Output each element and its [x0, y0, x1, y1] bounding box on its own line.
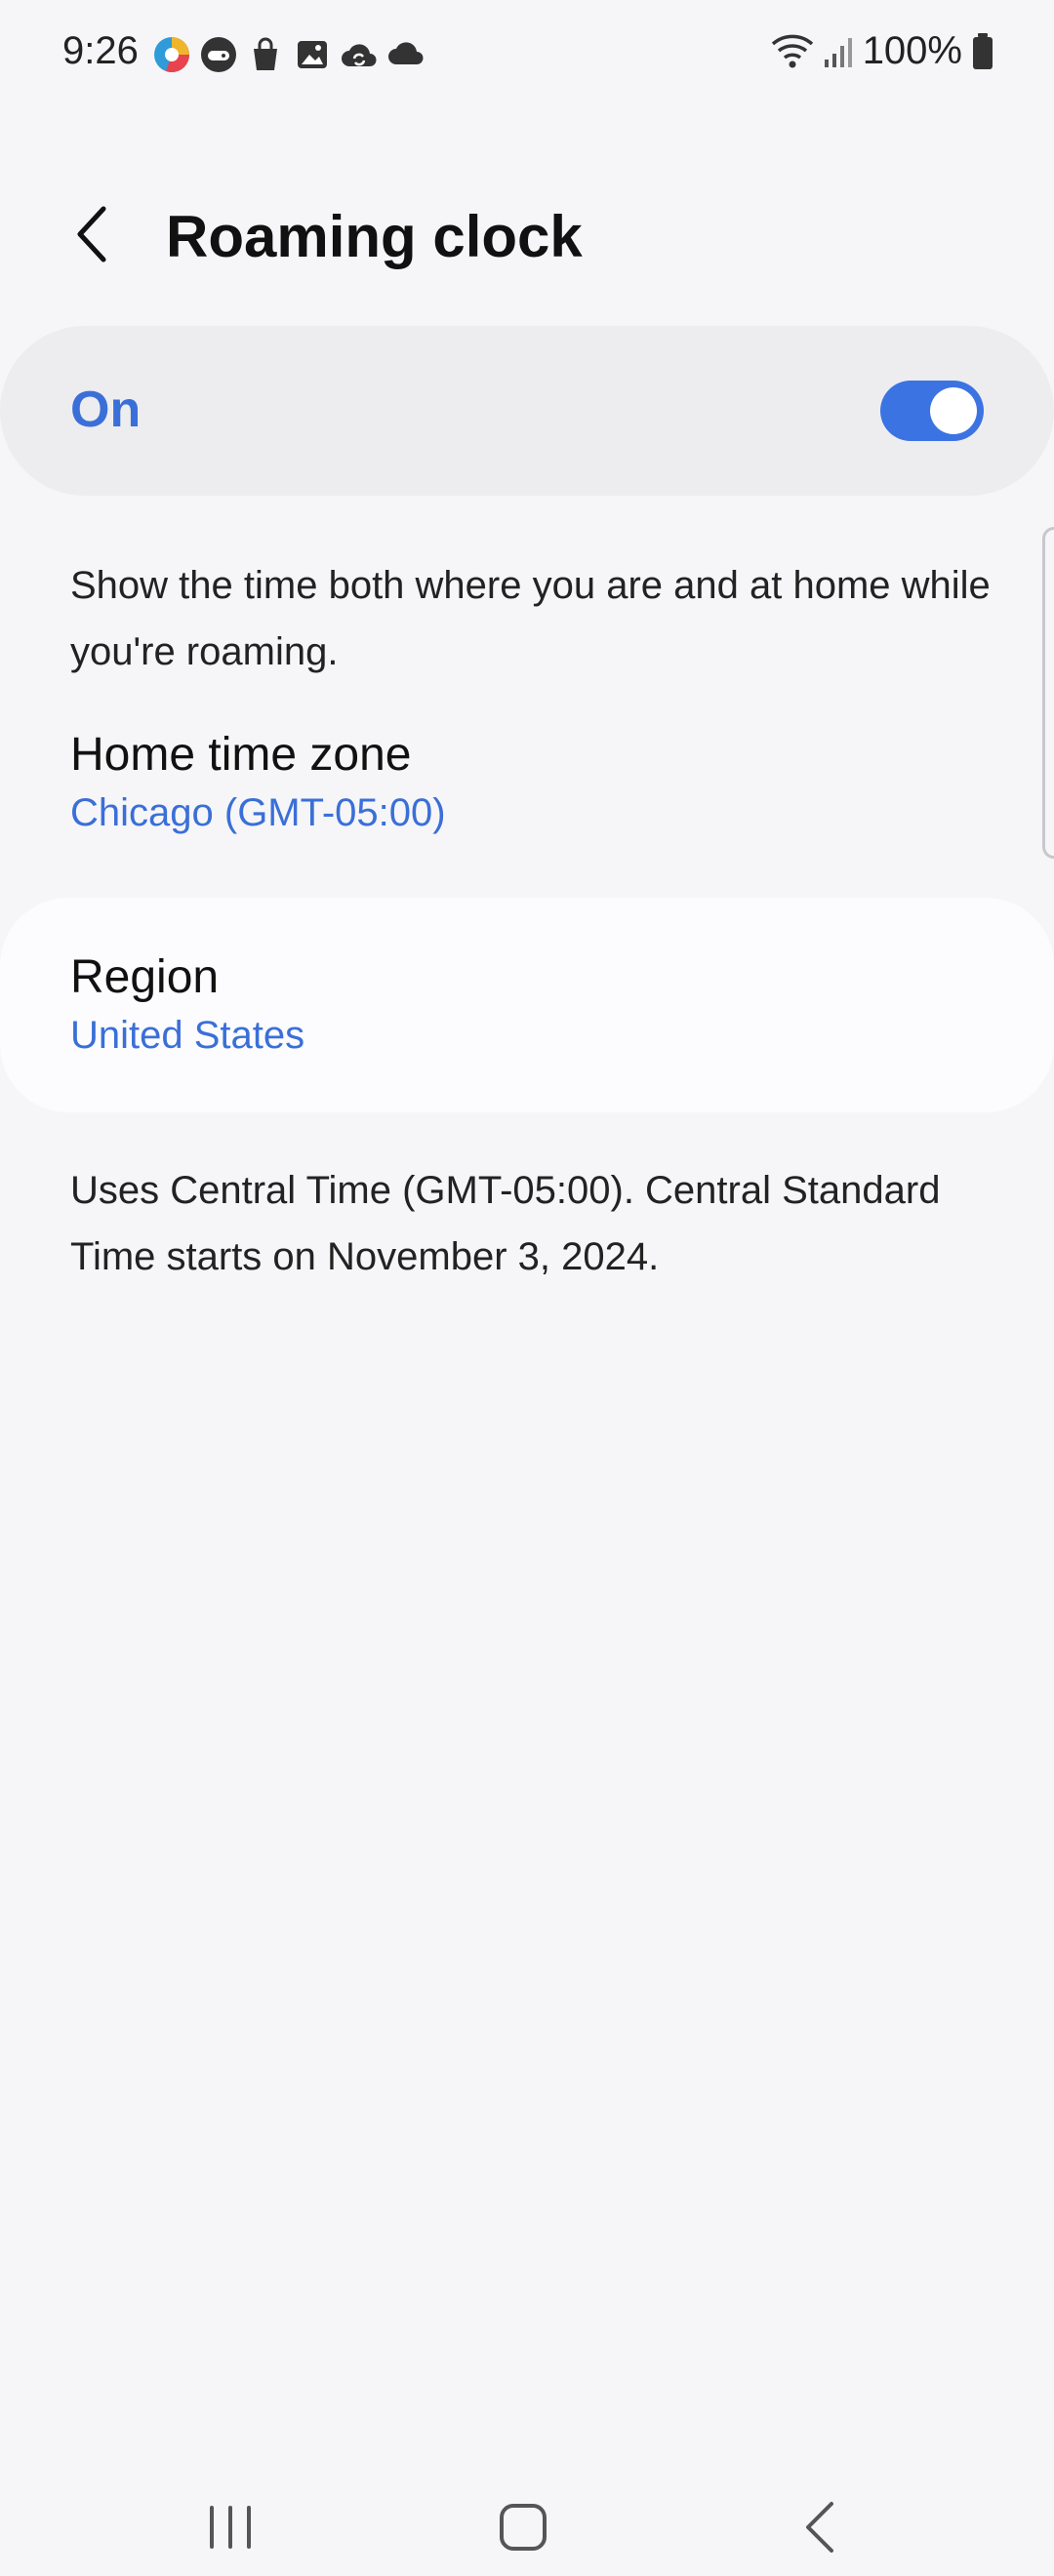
home-button[interactable] [484, 2488, 562, 2566]
region-value: United States [70, 1014, 305, 1057]
chevron-left-icon [77, 206, 106, 262]
region-setting[interactable]: Region United States [70, 950, 1007, 1058]
shopping-bag-icon [246, 35, 285, 79]
cloud-icon [386, 35, 426, 79]
signal-icon [824, 34, 853, 69]
status-time: 9:26 [62, 29, 139, 72]
notification-icons [152, 35, 426, 79]
home-time-zone-setting[interactable]: Home time zone Chicago (GMT-05:00) [70, 728, 1007, 835]
master-switch-label: On [70, 382, 142, 438]
back-button[interactable] [59, 201, 125, 267]
status-right: 100% [771, 29, 993, 73]
toggle-knob [930, 387, 977, 434]
navigation-bar [0, 2459, 1054, 2576]
recents-button[interactable] [191, 2488, 269, 2566]
app-header: Roaming clock [0, 185, 1054, 283]
master-switch-bar[interactable]: On [0, 326, 1054, 496]
home-time-zone-title: Home time zone [70, 729, 412, 781]
scroll-indicator[interactable] [1042, 527, 1054, 859]
wifi-icon [771, 32, 814, 71]
back-arrow-icon [806, 2502, 833, 2553]
time-zone-footnote: Uses Central Time (GMT-05:00). Central S… [70, 1169, 941, 1278]
gallery-icon [293, 35, 332, 79]
battery-icon [972, 32, 993, 70]
home-time-zone-value: Chicago (GMT-05:00) [70, 791, 446, 834]
battery-percentage: 100% [862, 29, 962, 72]
region-card: Region United States [0, 898, 1054, 1112]
game-controller-icon [199, 35, 238, 79]
chrome-like-app-icon [152, 35, 191, 79]
master-toggle-switch[interactable] [880, 381, 984, 441]
feature-description: Show the time both where you are and at … [70, 564, 991, 673]
home-icon [500, 2504, 547, 2551]
page-title: Roaming clock [166, 204, 583, 269]
region-title: Region [70, 951, 220, 1003]
recents-icon [210, 2506, 251, 2549]
cloud-sync-icon [340, 35, 379, 79]
nav-back-button[interactable] [781, 2488, 859, 2566]
status-bar: 9:26 100% [0, 0, 1054, 109]
